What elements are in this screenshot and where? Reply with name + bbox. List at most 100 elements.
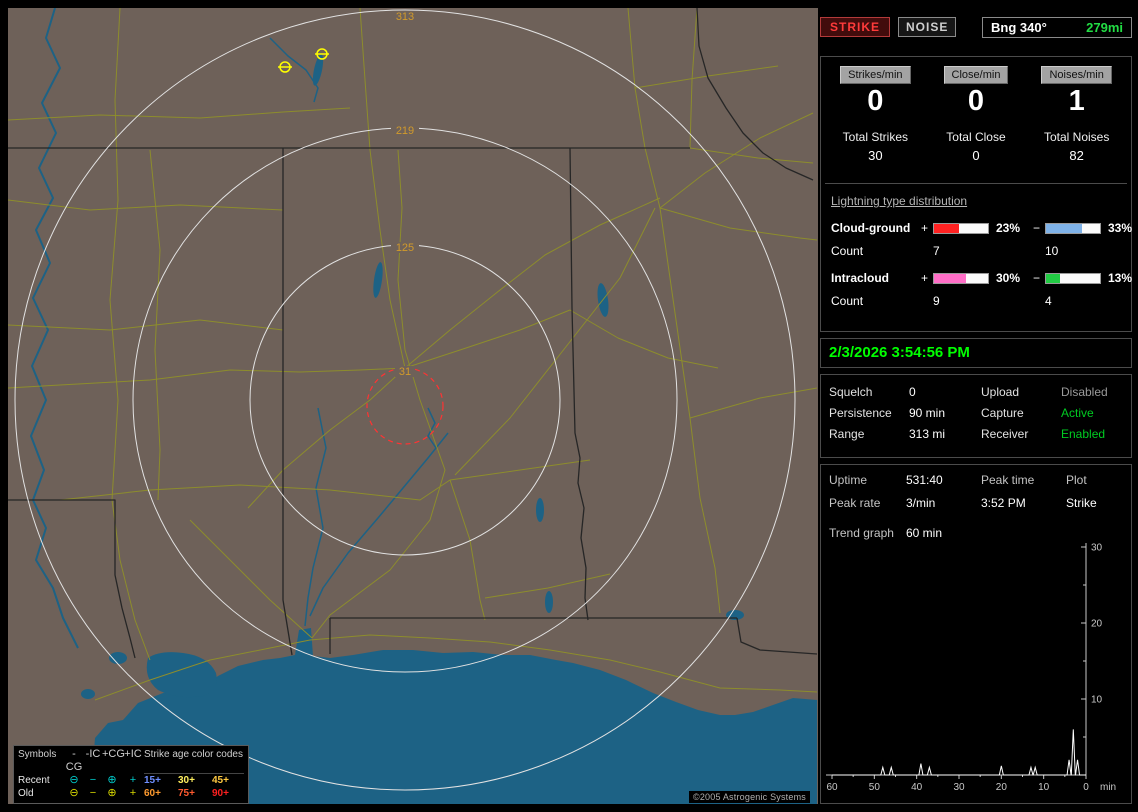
squelch-value: 0 [909, 385, 916, 399]
plus-sign: + [921, 271, 929, 285]
svg-text:30: 30 [953, 782, 965, 793]
close-per-min-value: 0 [967, 85, 985, 117]
ic-plus-percent: 30% [996, 271, 1021, 285]
ic-minus-percent: 13% [1108, 271, 1133, 285]
lake [81, 689, 95, 699]
lake [545, 591, 553, 613]
peak-time-label: Peak time [981, 473, 1035, 487]
legend-symbols-header: Symbols [18, 749, 57, 760]
neg-ic-recent-icon: − [89, 774, 97, 786]
lightning-distribution-header: Lightning type distribution [831, 194, 968, 208]
legend-col-pos-ic: +IC [124, 748, 142, 760]
settings-panel: Squelch 0 Upload Disabled Persistence 90… [820, 374, 1132, 458]
strike-mode-button[interactable]: STRIKE [820, 17, 891, 37]
svg-text:10: 10 [1038, 782, 1050, 793]
ic-minus-bar-fill [1046, 273, 1061, 283]
peak-rate-label: Peak rate [829, 496, 881, 510]
receiver-status: Enabled [1061, 427, 1106, 441]
uptime-label: Uptime [829, 473, 868, 487]
noise-mode-button[interactable]: NOISE [898, 17, 957, 37]
age-code-60: 60+ [144, 788, 161, 799]
capture-status: Active [1061, 406, 1094, 420]
strikes-per-min-label[interactable]: Strikes/min [840, 66, 911, 84]
ring-label: 219 [391, 125, 419, 137]
pos-ic-old-icon: + [129, 787, 137, 799]
current-datetime: 2/3/2026 3:54:56 PM [829, 344, 970, 361]
age-code-15: 15+ [144, 775, 161, 786]
ic-plus-count: 9 [933, 294, 940, 308]
close-per-min-label[interactable]: Close/min [943, 66, 1009, 84]
weather-map[interactable]: 313 219 125 31 [8, 8, 818, 804]
peak-rate-value: 3/min [906, 496, 936, 510]
ic-minus-count: 4 [1045, 294, 1052, 308]
rate-grid: Strikes/min Close/min Noises/min 0 0 1 T… [825, 65, 1127, 163]
age-code-75: 75+ [178, 788, 195, 799]
plot-type-value: Strike [1066, 496, 1097, 510]
total-strikes-value: 30 [868, 148, 883, 163]
datetime-panel: 2/3/2026 3:54:56 PM [820, 338, 1132, 368]
cg-minus-bar-fill [1046, 223, 1082, 233]
neg-cg-recent-icon: ⊖ [69, 774, 79, 786]
cg-minus-percent: 33% [1108, 221, 1133, 235]
settings-row: Persistence 90 min Capture Active [829, 403, 1123, 424]
minus-sign: − [1033, 221, 1041, 235]
map-area[interactable]: 313 219 125 31 Symbols -CG -IC +CG +IC S… [8, 8, 818, 804]
ic-minus-bar [1045, 272, 1101, 284]
count-label: Count [831, 244, 864, 258]
neg-ic-old-icon: − [89, 787, 97, 799]
range-value: 313 mi [909, 427, 946, 441]
rate-col-noises: Noises/min [1026, 65, 1127, 84]
lake [109, 652, 127, 664]
ring-label-text: 219 [396, 125, 414, 137]
intracloud-label: Intracloud [831, 271, 890, 285]
cg-plus-count: 7 [933, 244, 940, 258]
cg-plus-bar [933, 222, 989, 234]
persistence-value: 90 min [909, 406, 946, 420]
bearing-range: 279mi [1086, 19, 1123, 35]
cloud-ground-row: Cloud-ground + 23% − 33% [831, 221, 1132, 235]
ic-plus-bar-fill [934, 273, 967, 283]
bearing-label: Bng 340° [991, 19, 1047, 35]
range-label: Range [829, 427, 865, 441]
total-noises-label: Total Noises [1043, 130, 1110, 144]
sidebar: STRIKE NOISE Bng 340° 279mi Strikes/min … [820, 8, 1132, 804]
copyright-text: ©2005 Astrogenic Systems [689, 791, 810, 803]
neg-cg-old-icon: ⊖ [69, 787, 79, 799]
svg-text:10: 10 [1091, 695, 1103, 706]
ring-label: 125 [391, 242, 419, 254]
cloud-ground-count-row: Count 7 10 [831, 244, 1121, 258]
svg-text:30: 30 [1091, 543, 1103, 554]
statistics-panel: Strikes/min Close/min Noises/min 0 0 1 T… [820, 56, 1132, 332]
legend-col-neg-cg: -CG [65, 748, 83, 773]
intracloud-row: Intracloud + 30% − 13% [831, 271, 1132, 285]
bearing-readout: Bng 340° 279mi [982, 16, 1132, 38]
rate-col-close: Close/min [926, 65, 1027, 84]
ring-label-text: 313 [396, 11, 414, 23]
pos-cg-old-icon: ⊕ [107, 787, 117, 799]
total-noises-value: 82 [1069, 148, 1084, 163]
legend-col-neg-ic: -IC [85, 748, 101, 760]
cloud-ground-label: Cloud-ground [831, 221, 911, 235]
capture-label: Capture [981, 406, 1024, 420]
legend-col-pos-cg: +CG [102, 748, 125, 760]
total-close-value: 0 [972, 148, 980, 163]
count-label: Count [831, 294, 864, 308]
svg-text:20: 20 [996, 782, 1008, 793]
status-grid: Uptime 531:40 Peak time Plot Peak rate 3… [829, 473, 1123, 511]
total-close-label: Total Close [946, 130, 1006, 144]
ring-label-text: 31 [399, 366, 411, 378]
trend-graph-label: Trend graph [829, 526, 894, 540]
upload-label: Upload [981, 385, 1020, 399]
legend-age-header: Strike age color codes [144, 748, 244, 774]
age-code-90: 90+ [212, 788, 229, 799]
total-strikes-label: Total Strikes [842, 130, 908, 144]
ic-plus-bar [933, 272, 989, 284]
upload-status: Disabled [1061, 385, 1108, 399]
trend-window-value: 60 min [906, 526, 943, 540]
legend-row-old-label: Old [18, 788, 34, 799]
svg-text:20: 20 [1091, 619, 1103, 630]
top-controls: STRIKE NOISE Bng 340° 279mi [820, 14, 1132, 40]
peak-time-value: 3:52 PM [981, 496, 1026, 510]
noises-per-min-label[interactable]: Noises/min [1041, 66, 1112, 84]
svg-text:50: 50 [869, 782, 881, 793]
